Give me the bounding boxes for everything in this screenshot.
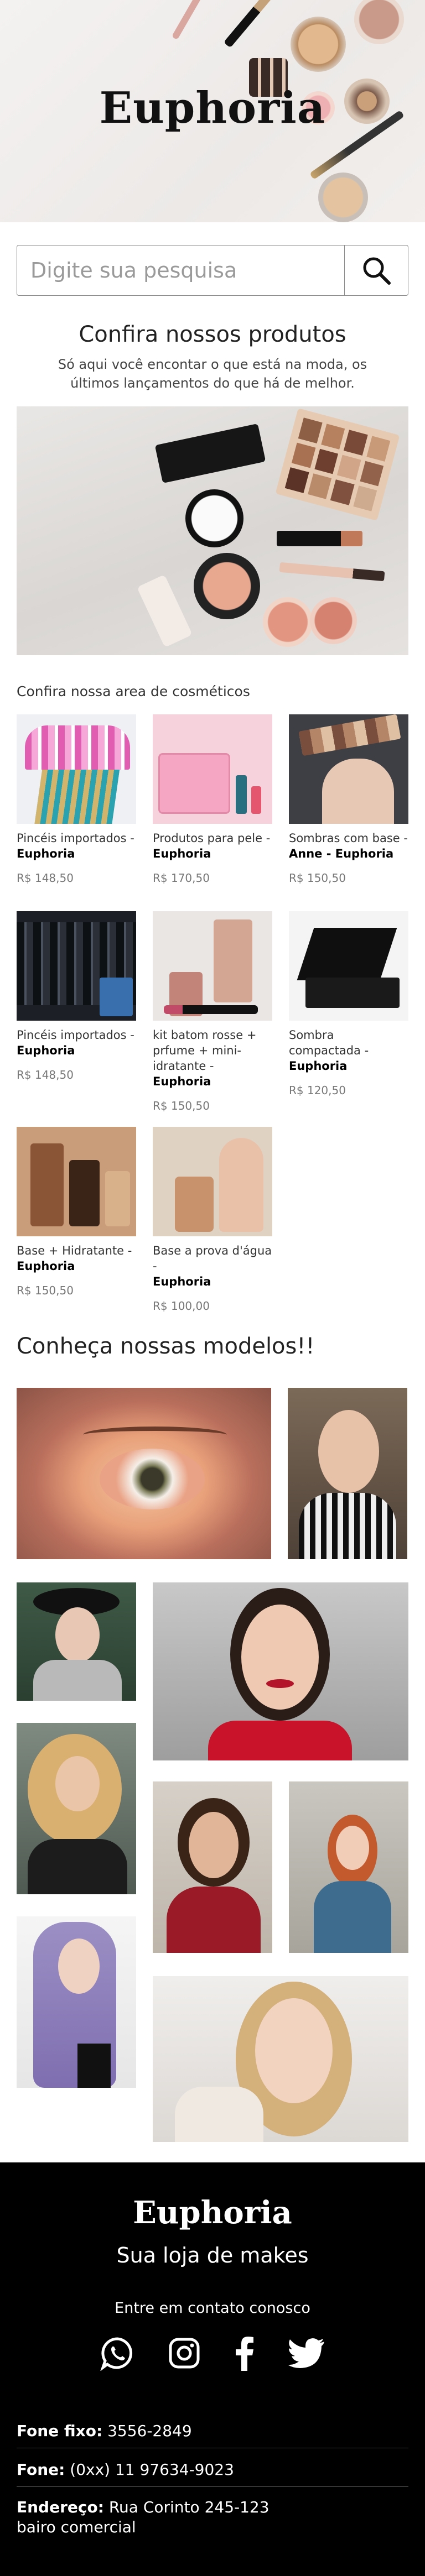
product-name: kit batom rosse + prfume + mini-idratant… <box>153 1028 257 1088</box>
product-price: R$ 150,50 <box>289 871 346 885</box>
products-title: Confira nossos produtos <box>79 322 346 347</box>
model-photo-striped-shirt <box>288 1388 407 1559</box>
product-card[interactable]: Sombra compactada - Euphoria R$ 120,50 <box>289 911 408 1097</box>
footer-mobile: Fone: (0xx) 11 97634-9023 <box>17 2460 234 2479</box>
hero-banner: Euphoria <box>0 0 425 222</box>
social-icons <box>100 2334 325 2373</box>
product-image-foundation <box>17 1127 136 1236</box>
powder-compact-decoration <box>291 17 346 72</box>
model-photo-purple-hair <box>17 1916 136 2088</box>
model-photo-hat <box>17 1582 136 1701</box>
product-name: Base + Hidratante - Euphoria <box>17 1244 132 1273</box>
blush-compact-image-2 <box>310 597 357 644</box>
product-name: Pincéis importados - Euphoria <box>17 1028 134 1057</box>
product-name: Sombras com base - Anne - Euphoria <box>289 832 408 860</box>
model-photo-smiling-red <box>153 1781 272 1953</box>
product-card[interactable]: Pincéis importados - Euphoria R$ 148,50 <box>17 714 136 885</box>
blush-compact-image <box>263 597 313 647</box>
model-photo-red-lips <box>153 1582 408 1760</box>
instagram-icon[interactable] <box>168 2337 201 2370</box>
product-name: Base a prova d'água - Euphoria <box>153 1244 272 1288</box>
search-button[interactable] <box>344 245 408 295</box>
product-price: R$ 150,50 <box>153 1099 210 1112</box>
blush-decoration <box>354 0 404 44</box>
product-image-brushes-2 <box>17 911 136 1021</box>
product-price: R$ 150,50 <box>17 1284 74 1297</box>
model-photo-blonde <box>17 1723 136 1894</box>
footer-divider <box>17 2486 408 2487</box>
cream-tube-image <box>137 574 193 648</box>
lip-pencil-image <box>279 562 385 582</box>
model-photo-blonde-sweater <box>153 1976 408 2142</box>
footer-contact-title: Entre em contato conosco <box>115 2300 310 2317</box>
whatsapp-icon[interactable] <box>100 2335 135 2371</box>
product-price: R$ 148,50 <box>17 1068 74 1081</box>
catalog-title: Confira nossa area de cosméticos <box>17 683 250 699</box>
product-name: Pincéis importados - Euphoria <box>17 832 134 860</box>
eyeshadow-palette-image <box>275 408 400 521</box>
facebook-icon[interactable] <box>233 2335 255 2371</box>
footer-brand: Euphoria <box>133 2194 292 2231</box>
product-image-compact-shadow <box>289 911 408 1021</box>
bronzer-decoration <box>318 173 368 222</box>
product-card[interactable]: Produtos para pele - Euphoria R$ 170,50 <box>153 714 272 885</box>
footer-address: Endereço: Rua Corinto 245-123 bairo come… <box>17 2498 269 2536</box>
footer-tagline: Sua loja de makes <box>116 2243 309 2267</box>
models-title: Conheça nossas modelos!! <box>17 1334 315 1359</box>
product-image-brushes <box>17 714 136 824</box>
bronzer-compact-image <box>194 553 260 619</box>
search-input[interactable] <box>17 245 344 295</box>
product-image-eyeshadow <box>289 714 408 824</box>
search-icon <box>363 257 391 285</box>
products-subtitle: Só aqui você encontar o que está na moda… <box>58 357 367 391</box>
products-banner-image <box>17 406 408 655</box>
twitter-icon[interactable] <box>287 2338 325 2369</box>
footer: Euphoria Sua loja de makes Entre em cont… <box>0 2162 425 2576</box>
product-image-waterproof-base <box>153 1127 272 1236</box>
model-photo-eye <box>17 1388 271 1559</box>
product-card[interactable]: Sombras com base - Anne - Euphoria R$ 150… <box>289 714 408 885</box>
product-card[interactable]: Base + Hidratante - Euphoria R$ 150,50 <box>17 1127 136 1297</box>
white-compact-image <box>185 489 243 547</box>
lipstick-image <box>277 531 362 546</box>
product-image-lipstick-kit <box>153 911 272 1021</box>
brand-title: Euphoria <box>99 83 326 133</box>
product-card[interactable]: kit batom rosse + prfume + mini-idratant… <box>153 911 272 1112</box>
product-price: R$ 170,50 <box>153 871 210 885</box>
product-card[interactable]: Pincéis importados - Euphoria R$ 148,50 <box>17 911 136 1081</box>
compact-powder-image <box>154 424 266 483</box>
product-name: Sombra compactada - Euphoria <box>289 1028 369 1073</box>
product-card[interactable]: Base a prova d'água - Euphoria R$ 100,00 <box>153 1127 272 1313</box>
pencil-decoration <box>171 0 205 40</box>
product-price: R$ 148,50 <box>17 871 74 885</box>
lipstick-decoration <box>223 0 281 48</box>
product-price: R$ 120,50 <box>289 1084 346 1097</box>
search-bar <box>17 245 408 296</box>
product-price: R$ 100,00 <box>153 1299 210 1313</box>
model-photo-redhead <box>289 1781 408 1953</box>
product-name: Produtos para pele - Euphoria <box>153 832 271 860</box>
product-image-skin-kit <box>153 714 272 824</box>
footer-phone: Fone fixo: 3556-2849 <box>17 2422 192 2440</box>
